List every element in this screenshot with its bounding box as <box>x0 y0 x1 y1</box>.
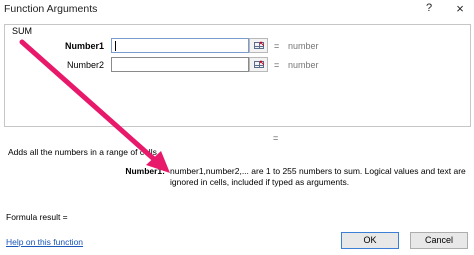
number1-hint: number <box>288 41 319 51</box>
arrow-icon: ↖ <box>259 41 265 48</box>
function-result-equals: = <box>273 133 279 143</box>
formula-result: Formula result = <box>6 212 68 222</box>
number2-label: Number2 <box>66 60 104 70</box>
argument-help-text: number1,number2,... are 1 to 255 numbers… <box>170 166 466 187</box>
cancel-button[interactable]: Cancel <box>410 232 468 249</box>
number2-collapse-button[interactable]: ↖ <box>249 57 268 72</box>
number2-equals: = <box>274 60 280 70</box>
title-bar: Function Arguments ? × <box>0 0 474 20</box>
arrow-icon: ↖ <box>259 60 265 67</box>
number1-input[interactable] <box>111 38 249 53</box>
text-caret <box>115 41 116 51</box>
number1-label: Number1 <box>64 41 104 51</box>
function-name: SUM <box>10 26 34 36</box>
help-icon[interactable]: ? <box>422 2 436 16</box>
function-description: Adds all the numbers in a range of cells… <box>8 147 160 157</box>
number2-hint: number <box>288 60 319 70</box>
argument-help-label: Number1: <box>125 166 165 176</box>
number1-collapse-button[interactable]: ↖ <box>249 38 268 53</box>
help-on-function-link[interactable]: Help on this function <box>6 237 83 247</box>
ok-button[interactable]: OK <box>341 232 399 249</box>
dialog-title: Function Arguments <box>4 3 98 15</box>
number2-input[interactable] <box>111 57 249 72</box>
close-icon[interactable]: × <box>452 1 468 17</box>
number1-equals: = <box>274 41 280 51</box>
